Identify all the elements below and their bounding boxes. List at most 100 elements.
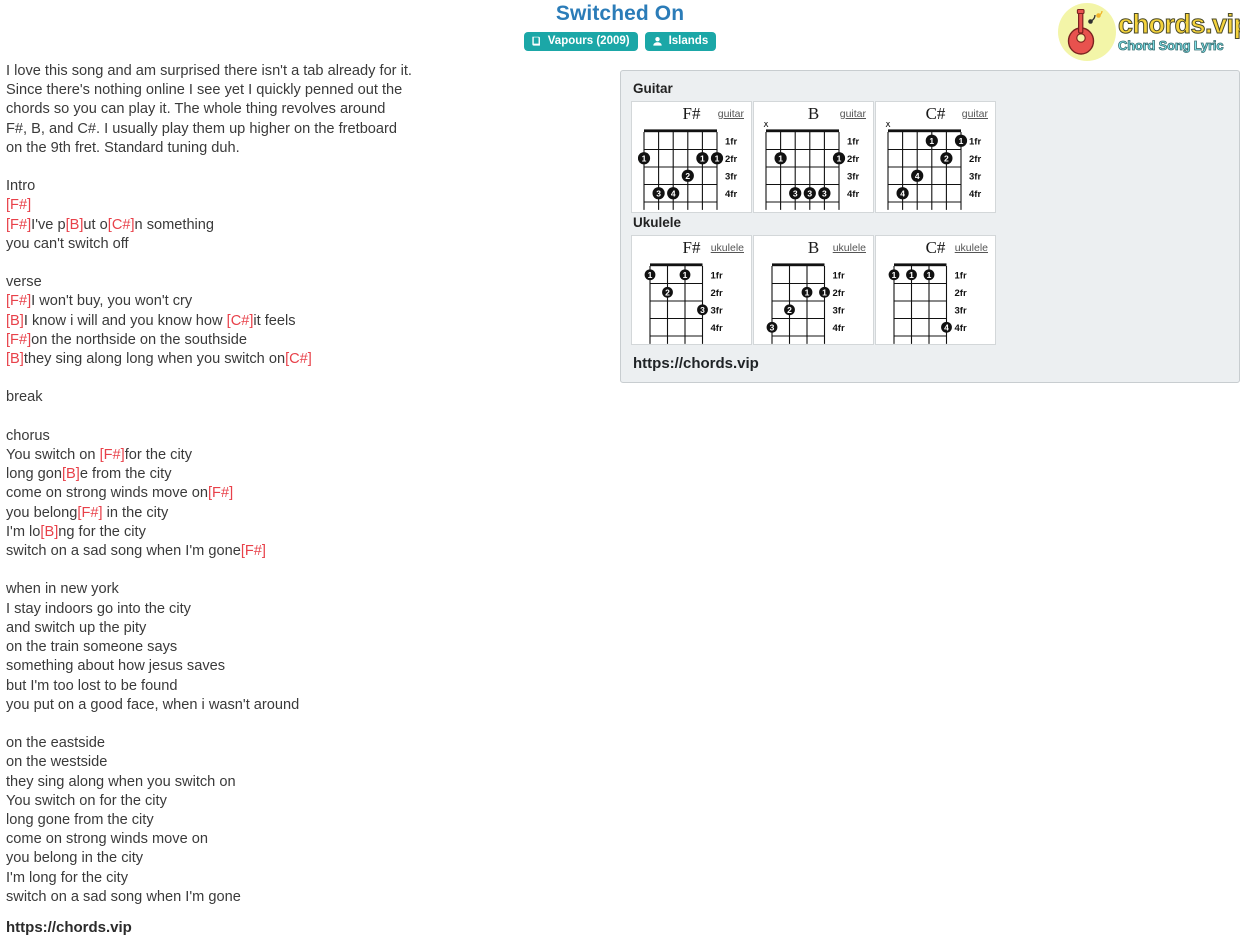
fretboard-diagram: 1 1 1 4 1fr 2fr 3fr 4fr [888, 263, 967, 344]
page-footer-link[interactable]: https://chords.vip [6, 919, 132, 936]
chord-tag[interactable]: [B] [6, 351, 24, 367]
lyric-line [6, 254, 606, 273]
svg-text:3: 3 [700, 305, 705, 315]
lyric-line: when in new york [6, 580, 606, 599]
lyric-text: I'm long for the city [6, 869, 129, 886]
lyric-text: switch on a sad song when I'm gone [6, 543, 241, 560]
instrument-heading: Guitar [633, 81, 673, 96]
lyric-line: on the westside [6, 753, 606, 772]
title-block: Switched On Vapours (2009) Islands [0, 2, 1240, 51]
lyric-line: switch on a sad song when I'm gone [6, 888, 606, 907]
chord-tag[interactable]: [F#] [100, 447, 125, 463]
lyric-text: I've p [31, 216, 66, 233]
svg-text:4fr: 4fr [833, 323, 845, 334]
lyric-line: I love this song and am surprised there … [6, 62, 606, 81]
chord-diagram-card[interactable]: F# guitar 1 1 1 2 3 4 1fr 2fr 3fr 4fr [631, 101, 752, 213]
lyric-line: break [6, 388, 606, 407]
svg-text:1: 1 [683, 270, 688, 280]
chord-diagram-card[interactable]: Bukulele 1 1 2 3 1fr 2fr 3fr 4fr [753, 235, 874, 345]
site-logo[interactable]: chords.vip Chord Song Lyric [1058, 2, 1240, 62]
svg-text:1: 1 [927, 270, 932, 280]
chord-tag[interactable]: [C#] [108, 217, 135, 233]
chord-tag[interactable]: [B] [62, 466, 80, 482]
svg-text:1fr: 1fr [725, 136, 737, 147]
chord-diagram-card[interactable]: F# ukulele 1 1 2 3 1fr 2fr 3fr 4fr [631, 235, 752, 345]
lyric-text: I know i will and you know how [23, 312, 227, 329]
chord-diagrams-panel: Guitar F# guitar 1 1 1 2 3 4 1fr 2fr 3fr 4fr Bguitar x… [620, 70, 1240, 383]
svg-text:1fr: 1fr [833, 270, 845, 281]
chord-tag[interactable]: [B] [6, 313, 24, 329]
lyric-line: I'm long for the city [6, 869, 606, 888]
svg-text:1fr: 1fr [847, 136, 859, 147]
chord-tag[interactable]: [B] [66, 217, 84, 233]
lyric-text: they sing along when you switch on [6, 773, 236, 790]
chord-tag[interactable]: [C#] [285, 351, 312, 367]
chord-tag[interactable]: [F#] [77, 505, 102, 521]
lyric-line: You switch on for the city [6, 792, 606, 811]
chord-tag[interactable]: [F#] [6, 293, 31, 309]
chord-tag[interactable]: [F#] [6, 197, 31, 213]
svg-text:2: 2 [685, 171, 690, 181]
lyric-text: break [6, 389, 43, 406]
lyric-line: [F#] [6, 196, 606, 215]
lyric-text: on the eastside [6, 735, 105, 752]
chord-diagram-card[interactable]: C# guitar x 1 1 2 4 4 1fr 2fr 3fr 4fr [875, 101, 996, 213]
page-header: Switched On Vapours (2009) Islands chord… [0, 0, 1240, 62]
svg-text:3: 3 [656, 189, 661, 199]
svg-text:3fr: 3fr [969, 171, 981, 182]
album-badge[interactable]: Vapours (2009) [523, 32, 638, 51]
svg-text:4fr: 4fr [969, 189, 981, 200]
fretboard-diagram: 1 1 123 41fr2fr3fr4fr [638, 129, 737, 210]
chord-tag[interactable]: [C#] [227, 313, 254, 329]
fretboard-diagram: x1 13 3 31fr2fr3fr4fr [764, 122, 859, 210]
instrument-link[interactable]: guitar [840, 108, 866, 120]
svg-text:3: 3 [822, 189, 827, 199]
lyric-text: Intro [6, 178, 36, 195]
svg-text:1: 1 [805, 288, 810, 298]
chord-tag[interactable]: [F#] [6, 217, 31, 233]
chord-diagram-card[interactable]: C# ukulele 1 1 1 4 1fr 2fr 3fr 4fr [875, 235, 996, 345]
lyric-line [6, 715, 606, 734]
svg-text:1: 1 [837, 154, 842, 164]
lyric-text: ng for the city [58, 523, 146, 540]
lyric-line: on the 9th fret. Standard tuning duh. [6, 139, 606, 158]
svg-text:3fr: 3fr [847, 171, 859, 182]
artist-badge[interactable]: Islands [644, 32, 717, 51]
instrument-link[interactable]: ukulele [833, 242, 866, 254]
chord-tag[interactable]: [F#] [241, 543, 266, 559]
chord-tag[interactable]: [F#] [208, 485, 233, 501]
svg-text:2: 2 [665, 288, 670, 298]
lyric-text: but I'm too lost to be found [6, 677, 178, 694]
instrument-link[interactable]: ukulele [955, 242, 988, 254]
chord-panel-footer-link[interactable]: https://chords.vip [633, 355, 1229, 372]
instrument-link[interactable]: guitar [718, 108, 744, 120]
chord-sections: Guitar F# guitar 1 1 1 2 3 4 1fr 2fr 3fr 4fr Bguitar x… [631, 81, 1229, 345]
lyric-text: chords so you can play it. The whole thi… [6, 101, 386, 118]
chord-tag[interactable]: [B] [40, 524, 58, 540]
artist-icon [652, 36, 662, 46]
svg-text:4fr: 4fr [711, 323, 723, 334]
instrument-link[interactable]: guitar [962, 108, 988, 120]
svg-text:1fr: 1fr [969, 136, 981, 147]
lyric-text: something about how jesus saves [6, 658, 226, 675]
lyric-text: and switch up the pity [6, 619, 147, 636]
fretboard-diagram: 1 1 2 3 1fr 2fr 3fr 4fr [644, 263, 723, 344]
lyric-text: verse [6, 274, 42, 291]
lyric-text: n something [134, 216, 215, 233]
instrument-link[interactable]: ukulele [711, 242, 744, 254]
svg-text:4: 4 [915, 171, 920, 181]
lyric-line [6, 408, 606, 427]
chord-tag[interactable]: [F#] [6, 332, 31, 348]
logo-tagline: Chord Song Lyric [1118, 38, 1224, 54]
svg-text:1fr: 1fr [711, 270, 723, 281]
chord-diagram-card[interactable]: Bguitar x 1 1 3 3 3 1fr 2fr 3fr 4fr [753, 101, 874, 213]
lyric-text: I love this song and am surprised there … [6, 63, 412, 79]
lyric-line: you belong in the city [6, 849, 606, 868]
album-badge-label: Vapours (2009) [547, 35, 630, 47]
lyric-text: on the northside on the southside [31, 331, 247, 348]
lyric-text: on the train someone says [6, 639, 178, 656]
svg-text:1fr: 1fr [955, 270, 967, 281]
svg-text:1: 1 [648, 270, 653, 280]
lyric-line [6, 561, 606, 580]
svg-text:1: 1 [822, 288, 827, 298]
